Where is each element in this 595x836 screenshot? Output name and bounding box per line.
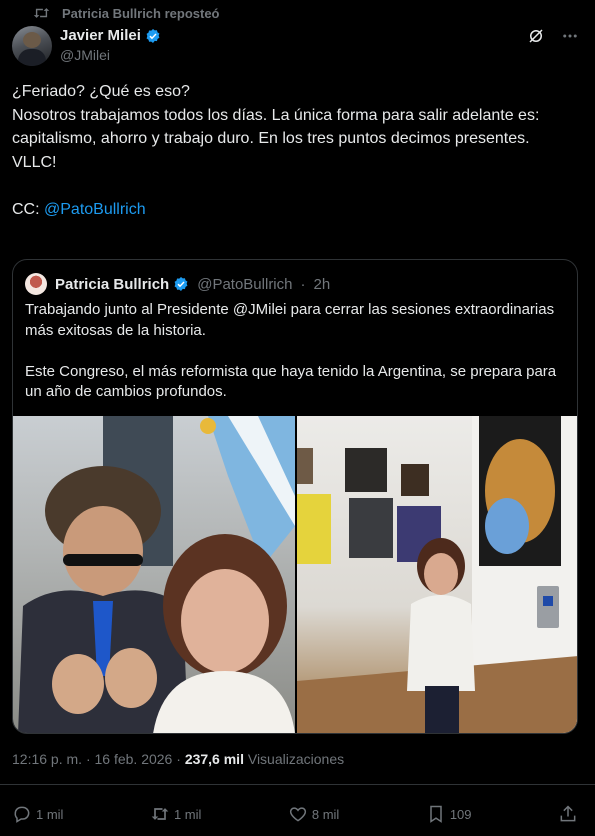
bookmark-count: 109 [449, 806, 472, 822]
post-cc: CC: @PatoBullrich [12, 198, 577, 222]
office-illustration [297, 416, 577, 733]
reply-button[interactable]: 1 mil [12, 804, 63, 824]
quoted-time[interactable]: 2h [314, 276, 331, 293]
quoted-author-avatar[interactable] [25, 273, 47, 295]
cc-prefix: CC: [12, 200, 44, 218]
views-label: Visualizaciones [247, 751, 345, 767]
author-name[interactable]: Javier Milei [60, 27, 141, 44]
verified-badge-icon [146, 28, 160, 43]
cc-mention-link[interactable]: @PatoBullrich [44, 201, 146, 218]
repost-icon [33, 8, 50, 18]
grok-icon[interactable] [527, 27, 545, 45]
quoted-verified-badge-icon [174, 277, 188, 291]
like-button[interactable]: 8 mil [288, 804, 339, 824]
share-button[interactable] [558, 804, 578, 824]
quoted-post[interactable]: Patricia Bullrich @PatoBullrich · 2h Tra… [12, 259, 578, 734]
bookmark-button[interactable]: 109 [426, 804, 472, 824]
meta-separator: · [85, 751, 95, 767]
post-line-2: Nosotros trabajamos todos los días. La ú… [12, 106, 544, 148]
bookmark-icon [430, 805, 442, 823]
repost-action-icon [151, 808, 169, 820]
author-avatar[interactable] [12, 26, 52, 66]
post-text: ¿Feriado? ¿Qué es eso? Nosotros trabajam… [12, 80, 577, 221]
photo-office[interactable] [297, 416, 577, 733]
header-actions [527, 27, 579, 45]
share-icon [560, 805, 576, 822]
divider [0, 784, 595, 785]
quoted-paragraph-1: Trabajando junto al Presidente @JMilei p… [25, 301, 559, 339]
repost-button[interactable]: 1 mil [150, 804, 201, 824]
reply-icon [14, 806, 30, 823]
post-meta: 12:16 p. m. · 16 feb. 2026 · 237,6 mil V… [12, 751, 344, 767]
reply-count: 1 mil [36, 806, 64, 822]
post-line-3: VLLC! [12, 153, 57, 171]
quoted-dot: · [300, 275, 306, 293]
post-time[interactable]: 12:16 p. m. [12, 751, 82, 767]
quoted-media [13, 416, 577, 733]
author-name-row[interactable]: Javier Milei [60, 27, 161, 44]
quoted-author-name[interactable]: Patricia Bullrich [55, 276, 169, 293]
post-line-1: ¿Feriado? ¿Qué es eso? [12, 83, 190, 100]
selfie-illustration [18, 416, 295, 733]
repost-text: Patricia Bullrich reposteó [62, 5, 220, 21]
quoted-post-text: Trabajando junto al Presidente @JMilei p… [25, 300, 570, 403]
author-handle[interactable]: @JMilei [60, 47, 110, 63]
views-count: 237,6 mil [184, 751, 244, 767]
repost-count: 1 mil [173, 806, 202, 822]
like-count: 8 mil [311, 806, 340, 822]
meta-separator-2: · [176, 751, 185, 767]
quoted-post-header: Patricia Bullrich @PatoBullrich · 2h [25, 273, 330, 295]
repost-indicator[interactable]: Patricia Bullrich reposteó [33, 5, 220, 21]
action-bar: 1 mil 1 mil 8 mil 109 [12, 800, 578, 828]
quoted-author-handle[interactable]: @PatoBullrich [197, 276, 292, 293]
post-date[interactable]: 16 feb. 2026 [95, 751, 173, 767]
more-options-icon[interactable] [561, 27, 579, 45]
post-header: Javier Milei @JMilei [12, 25, 583, 67]
photo-selfie[interactable] [13, 416, 295, 733]
quoted-paragraph-2: Este Congreso, el más reformista que hay… [25, 362, 561, 401]
heart-icon [289, 807, 306, 822]
